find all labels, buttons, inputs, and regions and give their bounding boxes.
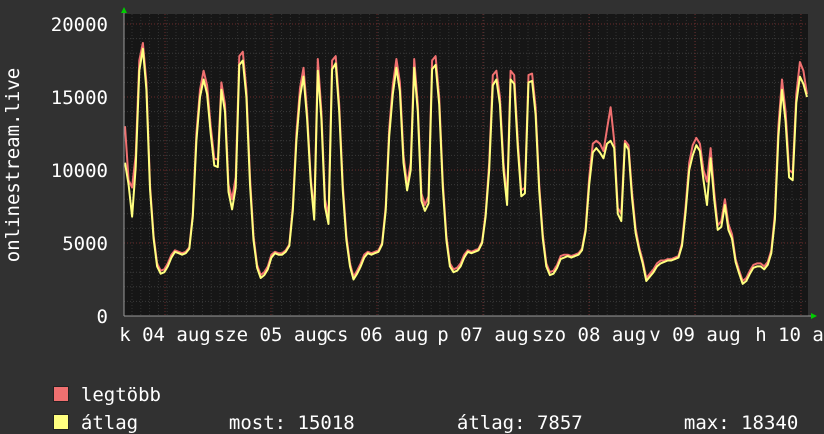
x-tick-label: szo 08 aug [532, 324, 646, 346]
stat-current-label: most: [228, 412, 287, 434]
y-tick-label: 0 [97, 306, 108, 328]
y-tick-label: 5000 [62, 233, 108, 255]
stat-average-value: 7857 [536, 412, 583, 434]
x-tick-label: v 09 aug [649, 324, 741, 346]
x-tick-label: sze 05 aug [214, 324, 328, 346]
stat-max: max: 18340 [661, 390, 798, 434]
stat-current: most: 15018 [206, 390, 355, 434]
stat-average-label: átlag: [456, 412, 526, 434]
y-axis-label: onlinestream.live [2, 68, 24, 262]
x-tick-label: cs 06 aug [326, 324, 429, 346]
stat-max-label: max: [683, 412, 730, 434]
legend-label-atlag: átlag [80, 412, 139, 434]
stat-max-value: 18340 [741, 412, 799, 434]
x-tick-label: k 04 aug [119, 324, 211, 346]
y-tick-label: 15000 [51, 87, 108, 109]
stat-average: átlag: 7857 [434, 390, 583, 434]
y-tick-label: 20000 [51, 14, 108, 36]
stat-current-value: 15018 [297, 412, 355, 434]
x-axis-arrow [811, 313, 817, 319]
y-tick-labels: 0 5000 10000 15000 20000 [51, 14, 108, 328]
legend-item-atlag: átlag [30, 390, 138, 434]
legend-swatch-atlag [52, 413, 69, 430]
x-tick-labels: k 04 aug sze 05 augcs 06 aug p 07 aug szo 0… [119, 324, 824, 346]
x-tick-label: p 07 aug [437, 324, 529, 346]
y-tick-label: 10000 [51, 160, 108, 182]
y-axis-arrow [121, 7, 127, 13]
x-tick-label: h 10 aug [755, 324, 824, 346]
